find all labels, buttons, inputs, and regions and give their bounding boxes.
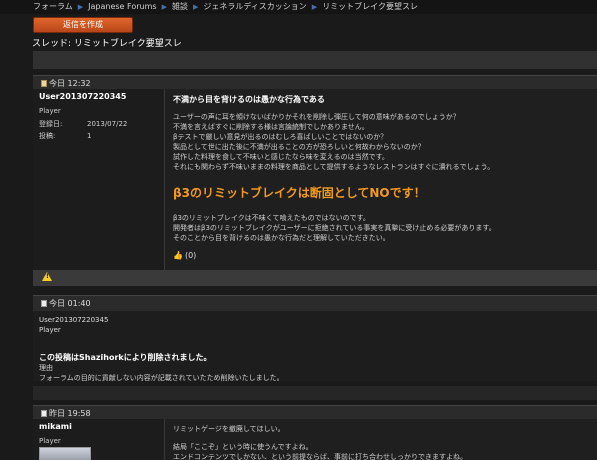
post-date: 昨日 19:58 bbox=[49, 409, 91, 418]
reason-label: 理由 bbox=[39, 364, 53, 372]
post-line: 開発者はβ3のリミットブレイクがユーザーに拒絶されている事実を真摯に受け止める必… bbox=[173, 224, 496, 232]
chevron-right-icon: ▶ bbox=[311, 2, 318, 11]
post-line: 製品として世に出た後に不満が出ることの方が恐ろしいと何故わからないのか？ bbox=[173, 143, 425, 151]
chevron-right-icon: ▶ bbox=[77, 2, 84, 11]
breadcrumb-forum[interactable]: フォーラム bbox=[33, 2, 73, 11]
username[interactable]: mikami bbox=[39, 422, 164, 431]
post-date: 今日 12:32 bbox=[49, 79, 91, 88]
joined-value: 2013/07/22 bbox=[87, 120, 128, 128]
reply-button[interactable]: 返信を作成 bbox=[33, 17, 133, 33]
deleted-notice: この投稿はShazihorkにより削除されました。 bbox=[39, 353, 212, 362]
post-header: 今日 01:40 bbox=[33, 295, 597, 311]
thread-title: スレッド: リミットブレイク要望スレ bbox=[32, 36, 182, 49]
user-meta: 登録日: 2013/07/22 投稿: 1 bbox=[39, 118, 164, 142]
user-info: User201307220345 Player 登録日: 2013/07/22 投… bbox=[33, 89, 164, 270]
breadcrumb-thread: リミットブレイク要望スレ bbox=[322, 2, 419, 11]
username[interactable]: User201307220345 bbox=[39, 315, 597, 325]
post-header: 昨日 19:58 bbox=[33, 405, 597, 419]
deleted-post: User201307220345 Player この投稿はShazihorkによ… bbox=[33, 311, 597, 382]
user-role: Player bbox=[39, 437, 61, 445]
post-date: 今日 01:40 bbox=[49, 299, 91, 308]
post-line: 試作した料理を食して不味いと感じたなら味を変えるのは当然です。 bbox=[173, 153, 389, 161]
post-line: 結局「ここぞ」という時に使うんですよね。 bbox=[173, 443, 313, 451]
username[interactable]: User201307220345 bbox=[39, 92, 164, 101]
post-line: それにも関わらず不味いままの料理を商品として提供するようなレストランはすぐに潰れ… bbox=[173, 163, 495, 171]
thumbs-up-icon: 👍 bbox=[173, 251, 183, 260]
post-emphasis: β3のリミットブレイクは断固としてNOです！ bbox=[173, 186, 426, 200]
post-title: 不満から目を背けるのは愚かな行為である bbox=[173, 95, 325, 104]
post-icon bbox=[41, 300, 47, 307]
report-bar bbox=[33, 270, 597, 286]
like-button[interactable]: 👍 (0) bbox=[173, 251, 597, 260]
breadcrumb: フォーラム ▶ Japanese Forums ▶ 雑談 ▶ ジェネラルディスカッション ▶ リ… bbox=[0, 0, 597, 14]
post-header: 今日 12:32 bbox=[33, 75, 597, 89]
thread-title-prefix: スレッド: bbox=[32, 39, 72, 49]
like-count: (0) bbox=[184, 251, 197, 260]
breadcrumb-japanese-forums[interactable]: Japanese Forums bbox=[88, 2, 156, 11]
posts-value: 1 bbox=[87, 132, 92, 140]
posts-label: 投稿: bbox=[39, 132, 56, 140]
user-role: Player bbox=[39, 107, 61, 115]
post-line: そのことから目を背けるのは愚かな行為だと理解していただきたい。 bbox=[173, 234, 390, 242]
thread-toolbar-bar bbox=[33, 51, 597, 69]
chevron-right-icon: ▶ bbox=[192, 2, 199, 11]
reason-text: フォーラムの目的に貢献しない内容が記載されていたため削除いたしました。 bbox=[39, 374, 284, 382]
post-line: リミットゲージを撤廃してほしい。 bbox=[173, 425, 285, 433]
breadcrumb-chat[interactable]: 雑談 bbox=[172, 2, 188, 11]
separator-bar bbox=[33, 386, 597, 400]
post-line: β3のリミットブレイクは不味くて喰えたものではないのです。 bbox=[173, 214, 370, 222]
chevron-right-icon: ▶ bbox=[161, 2, 167, 11]
post-icon bbox=[41, 80, 47, 87]
post-icon bbox=[41, 410, 47, 417]
user-role: Player bbox=[39, 326, 61, 334]
user-info: mikami Player bbox=[33, 419, 164, 460]
avatar[interactable] bbox=[39, 447, 91, 460]
joined-label: 登録日: bbox=[39, 120, 63, 128]
post-line: βテストで厳しい意見が出るのはむしろ喜ばしいことではないのか？ bbox=[173, 133, 388, 141]
post-line: ユーザーの声に耳を傾けないばかりかそれを削除し弾圧して何の意味があるのでしょうか… bbox=[173, 113, 460, 121]
post-body: 不満から目を背けるのは愚かな行為である ユーザーの声に耳を傾けないばかりかそれを… bbox=[164, 89, 597, 270]
breadcrumb-general-discussion[interactable]: ジェネラルディスカッション bbox=[203, 2, 306, 11]
post-body: リミットゲージを撤廃してほしい。 結局「ここぞ」という時に使うんですよね。 エン… bbox=[164, 419, 597, 460]
post-line: 不満を言えばすぐに削除する様は言論統制でしかありません。 bbox=[173, 123, 369, 131]
post-line: エンドコンテンツでしかない、という前提ならば、事前に打ち合わせしっかりできますよ… bbox=[173, 453, 467, 460]
thread-title-text: リミットブレイク要望スレ bbox=[73, 39, 182, 49]
warning-icon[interactable] bbox=[42, 272, 52, 281]
